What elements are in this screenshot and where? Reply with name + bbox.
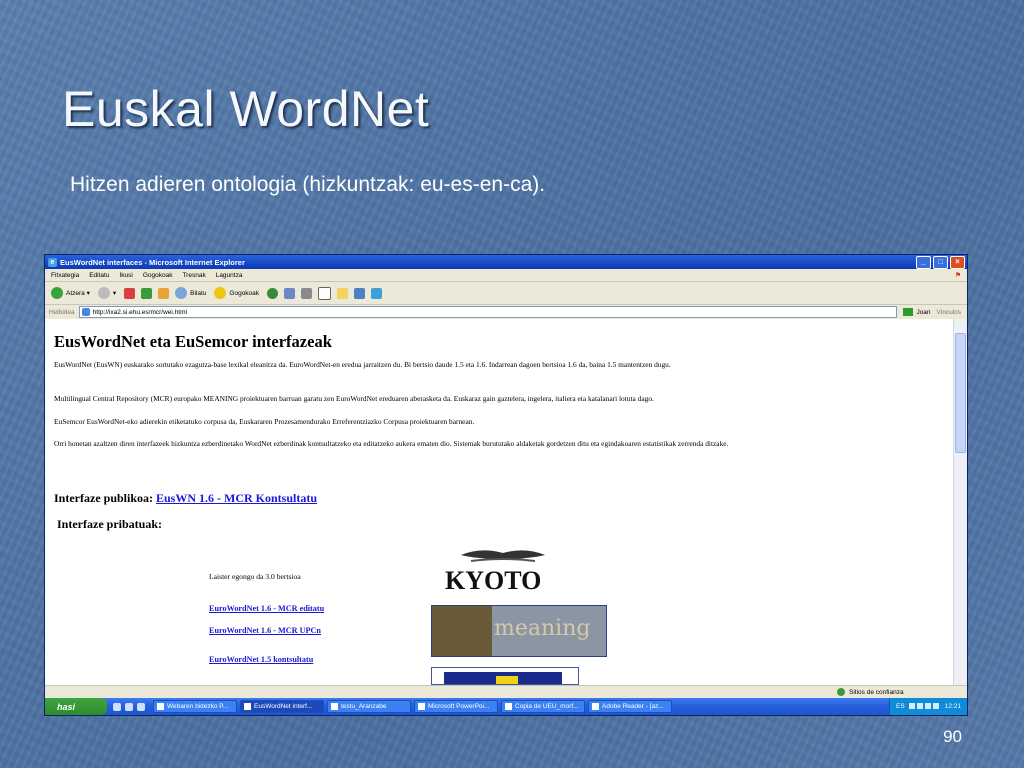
slide-title: Euskal WordNet: [62, 81, 430, 137]
task-icon: [244, 703, 251, 710]
window-title: EusWordNet interfaces - Microsoft Intern…: [60, 257, 245, 267]
check-icon: [837, 688, 845, 696]
mail-icon[interactable]: [284, 287, 296, 299]
page-number: 90: [943, 727, 962, 746]
minimize-button[interactable]: _: [916, 255, 931, 269]
page-heading: EusWordNet eta EuSemcor interfazeak: [54, 332, 332, 351]
menu-help[interactable]: Laguntza: [216, 272, 243, 279]
quicklaunch-icon-1[interactable]: [113, 702, 121, 711]
task-icon: [505, 703, 512, 710]
forward-button[interactable]: ▾: [97, 287, 116, 299]
kyoto-logo-text: KYOTO: [445, 566, 541, 595]
partner-logo: [431, 667, 579, 685]
clock: 12:21: [944, 703, 961, 710]
page-icon: [81, 308, 90, 316]
star-icon: [214, 287, 227, 299]
link-upcn[interactable]: EuroWordNet 1.6 - MCR UPCn: [209, 626, 321, 635]
meaning-logo-art: [432, 606, 492, 656]
partner-logo-accent: [496, 676, 518, 684]
private-label: Interfaze pribatuak:: [57, 517, 162, 531]
menu-edit[interactable]: Editatu: [89, 272, 109, 279]
go-button[interactable]: Joan: [903, 308, 931, 316]
search-icon: [175, 287, 188, 299]
kyoto-logo: KYOTO: [445, 550, 545, 595]
task-webaren[interactable]: Webaren bidezko P...: [153, 700, 237, 713]
browser-window: e EusWordNet interfaces - Microsoft Inte…: [44, 254, 968, 716]
toolbar: Atzera ▾ ▾ Bilatu Gogokoak: [45, 282, 967, 305]
page-content: EusWordNet eta EuSemcor interfazeak EusW…: [45, 319, 953, 685]
public-label: Interfaze publikoa:: [54, 491, 153, 505]
public-interface: Interfaze publikoa: EusWN 1.6 - MCR Kont…: [54, 491, 317, 506]
coming-soon-text: Laister egongo da 3.0 bertsioa: [209, 572, 301, 581]
back-arrow-icon: [51, 287, 63, 299]
vertical-scrollbar[interactable]: [953, 319, 967, 685]
address-label: Helbidea: [49, 308, 75, 316]
research-icon[interactable]: [354, 287, 366, 299]
go-arrow-icon: [903, 308, 914, 316]
tray-icon[interactable]: [916, 702, 923, 709]
system-tray: ES 12:21: [889, 698, 967, 715]
slide-subtitle: Hitzen adieren ontologia (hizkuntzak: eu…: [70, 173, 546, 196]
taskbar: hasi Webaren bidezko P... EusWordNet int…: [45, 698, 967, 715]
task-testu[interactable]: testu_Aranzabe: [327, 700, 411, 713]
print-icon[interactable]: [301, 287, 313, 299]
back-button[interactable]: Atzera ▾: [51, 287, 90, 299]
task-powerpoint[interactable]: Microsoft PowerPoi...: [414, 700, 498, 713]
forward-arrow-icon: [97, 287, 110, 299]
edit-icon[interactable]: [318, 286, 332, 300]
ie-icon: e: [48, 257, 57, 267]
menu-view[interactable]: Ikusi: [119, 272, 132, 279]
address-bar: Helbidea http://ixa2.si.ehu.es/mcr/wei.h…: [45, 305, 967, 320]
stop-icon[interactable]: [124, 287, 136, 299]
link-edit[interactable]: EuroWordNet 1.6 - MCR editatu: [209, 604, 324, 613]
task-eusworldnet[interactable]: EusWordNet interf...: [240, 700, 324, 713]
history-icon[interactable]: [267, 287, 279, 299]
start-button[interactable]: hasi: [45, 698, 107, 715]
task-adobe[interactable]: Adobe Reader - [az...: [588, 700, 672, 713]
favorites-button[interactable]: Gogokoak: [214, 287, 259, 299]
menu-file[interactable]: Fitxategia: [51, 272, 79, 279]
quicklaunch-icon-3[interactable]: [137, 702, 145, 711]
paragraph-4: Orri honetan azaltzen diren interfazeek …: [54, 439, 729, 448]
window-titlebar: e EusWordNet interfaces - Microsoft Inte…: [45, 255, 967, 269]
menu-tools[interactable]: Tresnak: [182, 272, 205, 279]
task-icon: [157, 703, 164, 710]
windows-flag-icon: ⚑: [955, 272, 961, 279]
refresh-icon[interactable]: [141, 287, 153, 299]
tray-icon[interactable]: [932, 702, 939, 709]
menu-favorites[interactable]: Gogokoak: [143, 272, 173, 279]
close-button[interactable]: ×: [950, 255, 965, 269]
tray-icon[interactable]: [908, 702, 915, 709]
task-icon: [331, 703, 338, 710]
search-button[interactable]: Bilatu: [175, 287, 206, 299]
paragraph-2: Multilingual Central Repository (MCR) eu…: [54, 394, 654, 403]
maximize-button[interactable]: □: [933, 255, 948, 269]
quicklaunch-icon-2[interactable]: [125, 702, 133, 711]
tray-icons: [908, 702, 941, 711]
meaning-logo-text: meaning: [494, 616, 591, 641]
paragraph-1: EusWordNet (EusWN) euskarako sortutako e…: [54, 360, 671, 369]
address-input[interactable]: http://ixa2.si.ehu.es/mcr/wei.html: [78, 306, 898, 318]
tray-icon[interactable]: [924, 702, 931, 709]
link-consult[interactable]: EuroWordNet 1.5 kontsultatu: [209, 655, 313, 664]
meaning-logo: meaning: [431, 605, 607, 657]
quick-launch: [113, 702, 149, 711]
security-zone: Sitios de confianza: [837, 688, 967, 696]
home-icon[interactable]: [158, 287, 170, 299]
scrollbar-thumb[interactable]: [955, 333, 966, 453]
menu-bar: Fitxategia Editatu Ikusi Gogokoak Tresna…: [45, 269, 967, 282]
paragraph-3: EuSemcor EusWordNet-eko adierekin etiket…: [54, 417, 475, 426]
task-copia[interactable]: Copia de UEU_morf...: [501, 700, 585, 713]
messenger-icon[interactable]: [371, 287, 383, 299]
task-icon: [592, 703, 599, 710]
links-label[interactable]: Vinculos: [937, 309, 961, 316]
task-icon: [418, 703, 425, 710]
status-bar: Sitios de confianza: [45, 685, 967, 698]
folder-icon[interactable]: [337, 287, 349, 299]
language-indicator[interactable]: ES: [896, 703, 905, 710]
public-link[interactable]: EusWN 1.6 - MCR Kontsultatu: [156, 491, 317, 505]
